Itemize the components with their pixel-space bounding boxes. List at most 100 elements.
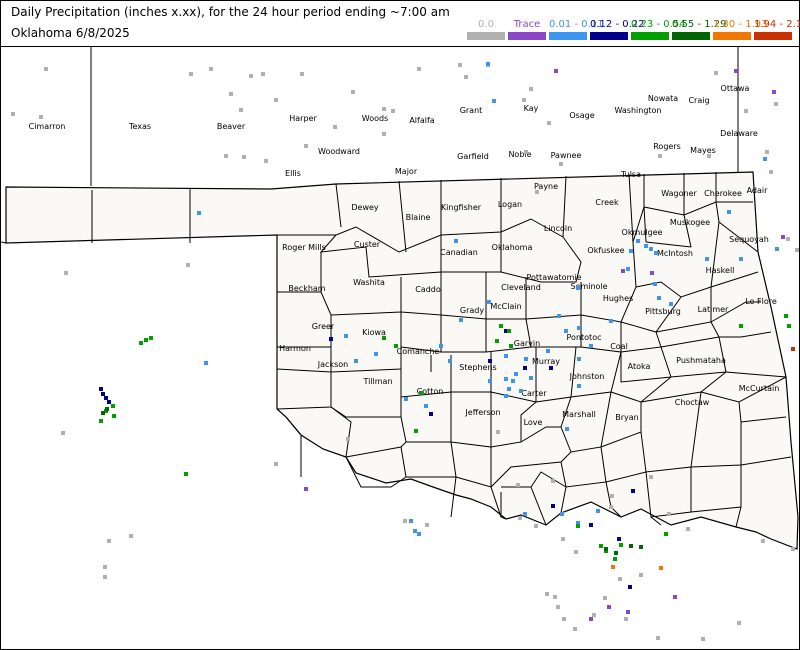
station-marker [739, 324, 743, 328]
station-marker [791, 547, 795, 551]
station-marker [261, 72, 265, 76]
county-label: Washington [614, 106, 661, 115]
station-marker [144, 338, 148, 342]
station-marker [589, 523, 593, 527]
map-title: Daily Precipitation (inches x.xx), for t… [11, 5, 450, 19]
station-marker [99, 419, 103, 423]
station-marker [553, 595, 557, 599]
legend-label: 0.23 - 0.54 [631, 19, 686, 30]
county-label: Roger Mills [282, 243, 326, 252]
county-label: Love [524, 418, 543, 427]
station-marker [61, 431, 65, 435]
station-marker [644, 244, 648, 248]
oklahoma-map: Cimarron Texas Beaver Harper Woods Alfalfa Gra… [1, 47, 799, 641]
station-marker [409, 519, 413, 523]
station-marker [649, 247, 653, 251]
county-label: Hughes [603, 294, 633, 303]
county-label: Stephens [459, 363, 496, 372]
county-label: Adair [747, 186, 769, 195]
station-marker [300, 72, 304, 76]
county-label: Harmon [279, 344, 311, 353]
station-marker [791, 347, 795, 351]
station-marker [621, 269, 625, 273]
county-label: Harper [289, 114, 317, 123]
station-marker [628, 585, 632, 589]
station-marker [626, 610, 630, 614]
station-marker [624, 617, 628, 621]
station-marker [509, 344, 513, 348]
station-marker [492, 99, 496, 103]
station-marker [514, 372, 518, 376]
station-marker [639, 545, 643, 549]
legend-swatch [549, 32, 587, 40]
station-marker [112, 414, 116, 418]
station-marker [524, 357, 528, 361]
county-label: Comanche [397, 347, 440, 356]
station-marker [574, 550, 578, 554]
map-frame: Daily Precipitation (inches x.xx), for t… [0, 0, 800, 650]
station-marker [448, 359, 452, 363]
county-label: Garvin [514, 339, 540, 348]
station-marker [775, 247, 779, 251]
county-label: Major [395, 167, 418, 176]
station-marker [596, 509, 600, 513]
station-marker [414, 429, 418, 433]
station-marker [417, 67, 421, 71]
station-marker [654, 251, 658, 255]
station-marker [103, 575, 107, 579]
station-marker [551, 504, 555, 508]
station-marker [504, 377, 508, 381]
station-marker [611, 565, 615, 569]
county-label: Ellis [285, 169, 301, 178]
county-label: Cherokee [704, 189, 742, 198]
station-marker [424, 404, 428, 408]
station-marker [610, 494, 614, 498]
station-marker [239, 108, 243, 112]
station-marker [535, 190, 539, 194]
station-marker [454, 239, 458, 243]
station-marker [554, 69, 558, 73]
station-marker [11, 112, 15, 116]
legend-label: 0.55 - 1.29 [672, 19, 727, 30]
station-marker [734, 69, 738, 73]
map-header: Daily Precipitation (inches x.xx), for t… [1, 1, 800, 47]
station-marker [650, 271, 654, 275]
legend-label: 1.30 - 1.93 [713, 19, 768, 30]
station-marker [617, 537, 621, 541]
station-marker [139, 341, 143, 345]
station-marker [504, 394, 508, 398]
legend-item: 0.55 - 1.29 [672, 19, 727, 40]
station-marker [249, 74, 253, 78]
station-marker [518, 516, 522, 520]
station-marker [516, 483, 520, 487]
station-marker [107, 400, 111, 404]
station-marker [105, 407, 109, 411]
county-label: McIntosh [657, 249, 693, 258]
station-marker [609, 505, 613, 509]
station-marker [344, 334, 348, 338]
station-marker [403, 519, 407, 523]
station-marker [577, 326, 581, 330]
station-marker [659, 566, 663, 570]
station-marker [534, 524, 538, 528]
county-label: Alfalfa [409, 116, 434, 125]
station-marker [603, 596, 607, 600]
station-marker [413, 529, 417, 533]
station-marker [549, 366, 553, 370]
station-marker [417, 532, 421, 536]
station-marker [425, 523, 429, 527]
county-label: Kingfisher [441, 203, 482, 212]
county-label: Tillman [362, 377, 392, 386]
station-marker [737, 621, 741, 625]
county-label: Latimer [698, 305, 729, 314]
station-marker [557, 314, 561, 318]
county-label: Dewey [351, 203, 379, 212]
legend-item: 0.12 - 0.22 [590, 19, 645, 40]
county-label: Pawnee [551, 151, 582, 160]
station-marker [242, 155, 246, 159]
station-marker [197, 211, 201, 215]
station-marker [507, 387, 511, 391]
county-label: Muskogee [670, 218, 710, 227]
station-marker [761, 539, 765, 543]
county-label: Logan [498, 200, 522, 209]
